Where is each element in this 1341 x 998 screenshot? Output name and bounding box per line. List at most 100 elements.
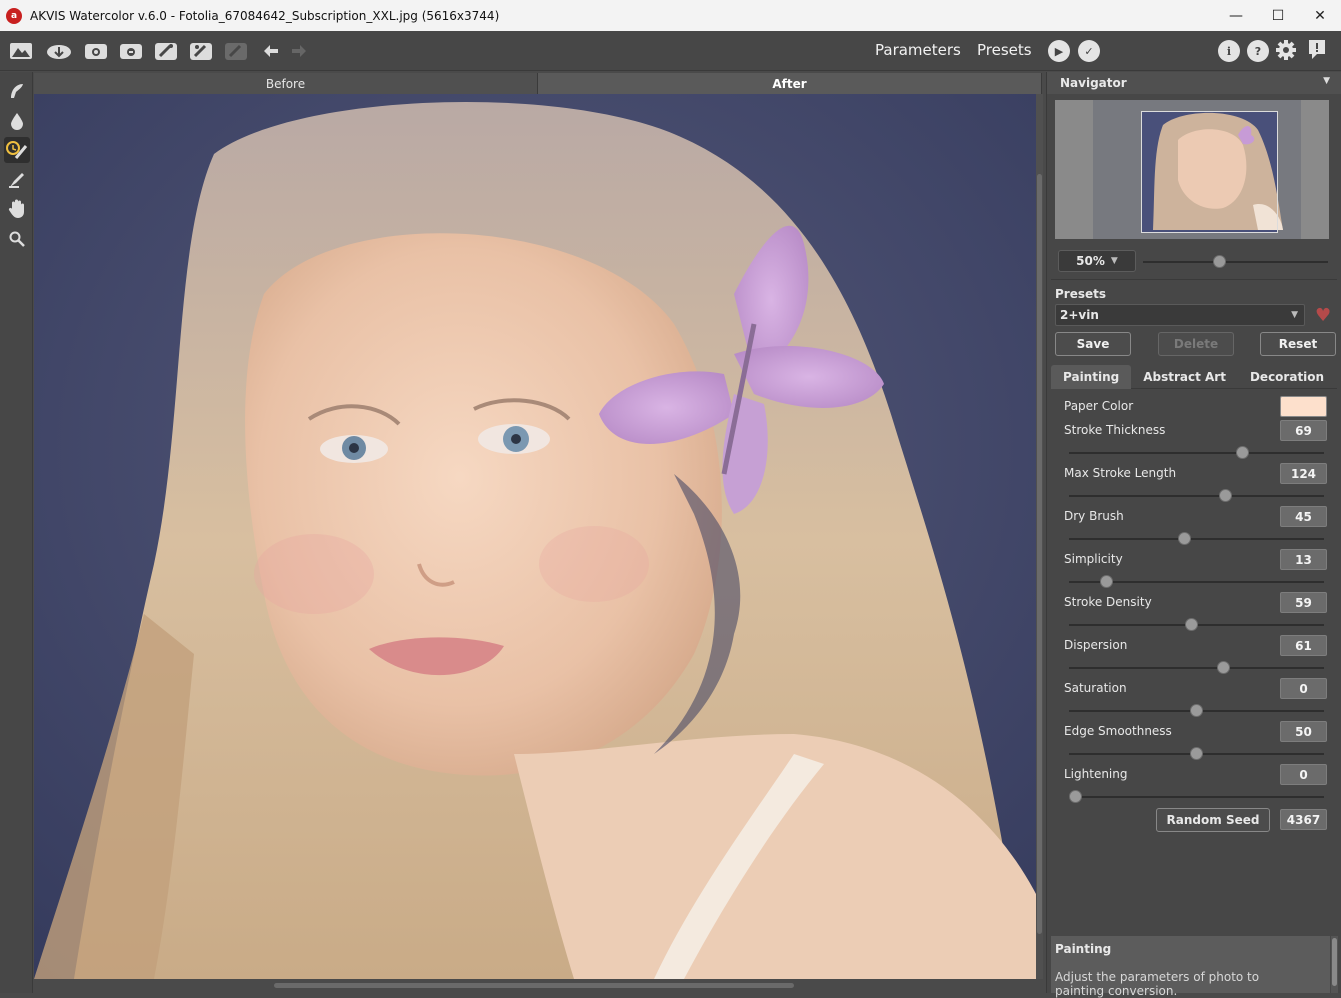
navigator-title: Navigator — [1060, 76, 1127, 90]
tool-column — [0, 72, 33, 993]
settings-panel: Navigator ▼ 50% ▼ Presets 2+vin ▼ ♥ Save… — [1046, 72, 1341, 998]
zoom-tool-icon[interactable] — [4, 226, 30, 252]
max-stroke-length-slider-handle[interactable] — [1219, 489, 1233, 502]
presets-link[interactable]: Presets — [977, 41, 1032, 59]
max-stroke-length-slider-track[interactable] — [1069, 495, 1324, 497]
dispersion-value[interactable]: 61 — [1280, 635, 1327, 656]
edge-smoothness-value[interactable]: 50 — [1280, 721, 1327, 742]
tab-before[interactable]: Before — [34, 73, 538, 94]
close-button[interactable]: ✕ — [1299, 0, 1341, 31]
tab-decoration[interactable]: Decoration — [1238, 365, 1336, 389]
apply-button[interactable]: ✓ — [1078, 40, 1100, 62]
brush-tool-icon[interactable] — [4, 78, 30, 104]
saturation-slider-handle[interactable] — [1190, 704, 1203, 717]
home-icon[interactable] — [8, 39, 34, 63]
help-button[interactable]: ? — [1247, 40, 1269, 62]
chevron-down-icon: ▼ — [1110, 256, 1118, 266]
zoom-slider-track[interactable] — [1143, 261, 1328, 263]
dry-brush-slider-track[interactable] — [1069, 538, 1324, 540]
parameters-link[interactable]: Parameters — [875, 41, 961, 59]
max-stroke-length-label: Max Stroke Length — [1064, 466, 1177, 480]
paper-color-swatch[interactable] — [1280, 396, 1327, 417]
title-bar: a AKVIS Watercolor v.6.0 - Fotolia_67084… — [0, 0, 1341, 31]
lightening-value[interactable]: 0 — [1280, 764, 1327, 785]
edge-smoothness-label: Edge Smoothness — [1064, 724, 1172, 738]
simplicity-label: Simplicity — [1064, 552, 1123, 566]
tab-after[interactable]: After — [538, 73, 1042, 94]
simplicity-slider-handle[interactable] — [1100, 575, 1114, 588]
help-scrollbar[interactable] — [1331, 936, 1338, 993]
image-canvas[interactable] — [34, 94, 1036, 979]
stroke-density-slider-handle[interactable] — [1185, 618, 1199, 631]
dry-brush-value[interactable]: 45 — [1280, 506, 1327, 527]
canvas-vertical-scrollbar[interactable] — [1036, 94, 1043, 979]
saturation-value[interactable]: 0 — [1280, 678, 1327, 699]
eraser-tool-icon[interactable] — [4, 167, 30, 193]
navigator-header[interactable]: Navigator ▼ — [1047, 72, 1341, 94]
navigator-view-frame[interactable] — [1141, 111, 1278, 233]
main-toolbar: Parameters Presets ▶ ✓ i ? — [0, 31, 1341, 71]
watercolor-portrait-image — [34, 94, 1036, 979]
run-button[interactable]: ▶ — [1048, 40, 1070, 62]
simplicity-value[interactable]: 13 — [1280, 549, 1327, 570]
minimize-button[interactable]: — — [1215, 0, 1257, 31]
dry-brush-label: Dry Brush — [1064, 509, 1124, 523]
presets-label: Presets — [1055, 287, 1107, 301]
paper-color-label: Paper Color — [1064, 399, 1134, 413]
save-file-icon[interactable] — [118, 39, 144, 63]
zoom-select[interactable]: 50% ▼ — [1058, 250, 1136, 272]
drop-tool-icon[interactable] — [4, 108, 30, 134]
hand-tool-icon[interactable] — [4, 196, 30, 222]
preset-selected-value: 2+vin — [1060, 308, 1099, 322]
tab-painting[interactable]: Painting — [1051, 365, 1132, 389]
gear-icon[interactable] — [1273, 38, 1299, 62]
navigator-thumbnail — [1093, 100, 1301, 239]
zoom-slider-handle[interactable] — [1213, 255, 1226, 268]
app-logo-icon: a — [6, 7, 22, 24]
stroke-thickness-value[interactable]: 69 — [1280, 420, 1327, 441]
stroke-thickness-slider-handle[interactable] — [1235, 446, 1249, 459]
zoom-value: 50% — [1076, 254, 1105, 268]
chevron-down-icon: ▼ — [1291, 310, 1298, 320]
stroke-thickness-slider-track[interactable] — [1069, 452, 1324, 454]
dispersion-slider-track[interactable] — [1069, 667, 1324, 669]
preset-select[interactable]: 2+vin ▼ — [1055, 304, 1305, 326]
share-icon[interactable] — [153, 39, 179, 63]
delete-preset-button: Delete — [1158, 332, 1234, 356]
reset-preset-button[interactable]: Reset — [1260, 332, 1336, 356]
dry-brush-slider-handle[interactable] — [1177, 532, 1191, 545]
notification-button[interactable] — [1304, 38, 1330, 62]
dispersion-slider-handle[interactable] — [1216, 661, 1230, 674]
help-text: Adjust the parameters of photo to painti… — [1055, 970, 1260, 998]
dispersion-label: Dispersion — [1064, 638, 1128, 652]
batch-process-icon[interactable] — [83, 39, 109, 63]
stroke-thickness-label: Stroke Thickness — [1064, 423, 1166, 437]
chevron-down-icon[interactable]: ▼ — [1323, 76, 1330, 86]
favorite-heart-icon[interactable]: ♥ — [1315, 305, 1331, 326]
stroke-direction-tool-icon[interactable] — [4, 137, 30, 163]
redo-icon — [286, 39, 312, 63]
open-file-icon[interactable] — [46, 39, 72, 63]
window-title: AKVIS Watercolor v.6.0 - Fotolia_6708464… — [30, 8, 500, 23]
lightening-slider-track[interactable] — [1069, 796, 1324, 798]
help-title: Painting — [1055, 942, 1112, 956]
help-box: Painting Adjust the parameters of photo … — [1051, 936, 1330, 998]
random-seed-value[interactable]: 4367 — [1280, 809, 1327, 830]
stroke-density-value[interactable]: 59 — [1280, 592, 1327, 613]
lightening-slider-handle[interactable] — [1069, 790, 1082, 803]
print-icon[interactable] — [188, 39, 214, 63]
undo-icon[interactable] — [258, 39, 284, 63]
saturation-label: Saturation — [1064, 681, 1127, 695]
navigator-preview[interactable] — [1055, 100, 1329, 239]
max-stroke-length-value[interactable]: 124 — [1280, 463, 1327, 484]
edge-smoothness-slider-handle[interactable] — [1190, 747, 1203, 760]
window-controls: — ☐ ✕ — [1215, 0, 1341, 31]
save-preset-button[interactable]: Save — [1055, 332, 1131, 356]
canvas-tabs: Before After — [34, 73, 1042, 94]
tab-abstract-art[interactable]: Abstract Art — [1131, 365, 1238, 389]
info-button[interactable]: i — [1218, 40, 1240, 62]
random-seed-button[interactable]: Random Seed — [1156, 808, 1270, 832]
canvas-horizontal-scrollbar[interactable] — [34, 979, 1036, 993]
divider — [1051, 279, 1337, 280]
maximize-button[interactable]: ☐ — [1257, 0, 1299, 31]
